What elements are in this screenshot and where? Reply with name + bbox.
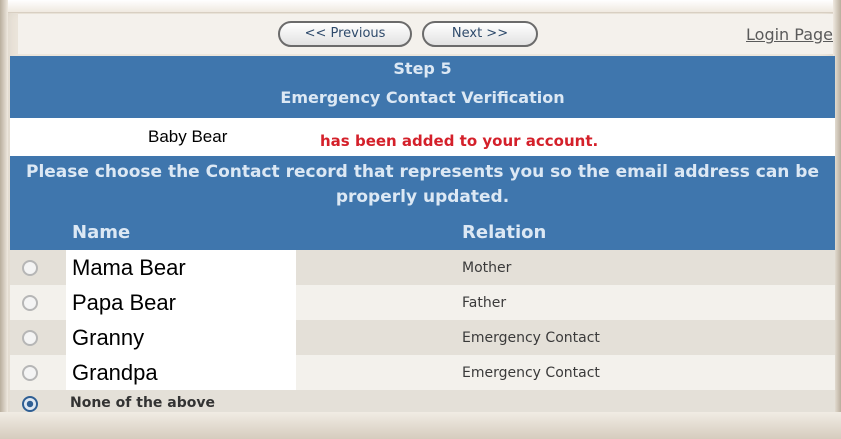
radio-button-selected[interactable] <box>22 396 38 412</box>
contact-name: Grandpa <box>66 355 296 390</box>
column-header-relation: Relation <box>462 222 547 243</box>
contact-relation: Emergency Contact <box>462 330 600 346</box>
contact-name: Mama Bear <box>66 250 296 285</box>
none-option-label: None of the above <box>70 395 215 411</box>
radio-button[interactable] <box>22 260 38 276</box>
instruction-panel: Please choose the Contact record that re… <box>10 156 835 214</box>
page-card: << Previous Next >> Login Page Step 5 Em… <box>0 0 841 439</box>
table-row[interactable]: Granny Emergency Contact <box>10 320 835 355</box>
column-header-name: Name <box>72 222 131 243</box>
step-subtitle: Emergency Contact Verification <box>280 88 565 107</box>
next-button[interactable]: Next >> <box>422 21 538 47</box>
added-contact-name: Baby Bear <box>148 127 228 146</box>
contact-relation: Father <box>462 295 507 311</box>
table-header: Name Relation <box>10 214 835 250</box>
paper-edge-top <box>0 0 841 13</box>
table-row[interactable]: Grandpa Emergency Contact <box>10 355 835 390</box>
paper-edge-bottom <box>0 412 841 439</box>
previous-button[interactable]: << Previous <box>278 21 412 47</box>
table-row[interactable]: Mama Bear Mother <box>10 250 835 285</box>
radio-button[interactable] <box>22 365 38 381</box>
radio-button[interactable] <box>22 330 38 346</box>
added-message: has been added to your account. <box>320 132 599 150</box>
step-title: Step 5 <box>393 59 452 78</box>
contact-name: Papa Bear <box>66 285 296 320</box>
paper-edge-left <box>0 0 8 439</box>
step-header: Step 5 Emergency Contact Verification <box>10 56 835 118</box>
instruction-text: Please choose the Contact record that re… <box>25 162 820 207</box>
contact-relation: Emergency Contact <box>462 365 600 381</box>
contact-name: Granny <box>66 320 296 355</box>
contact-relation: Mother <box>462 260 512 276</box>
nav-bar: << Previous Next >> Login Page <box>18 14 833 54</box>
table-row[interactable]: Papa Bear Father <box>10 285 835 320</box>
radio-button[interactable] <box>22 295 38 311</box>
added-notice: Baby Bear has been added to your account… <box>10 118 835 156</box>
login-page-link[interactable]: Login Page <box>746 25 833 44</box>
